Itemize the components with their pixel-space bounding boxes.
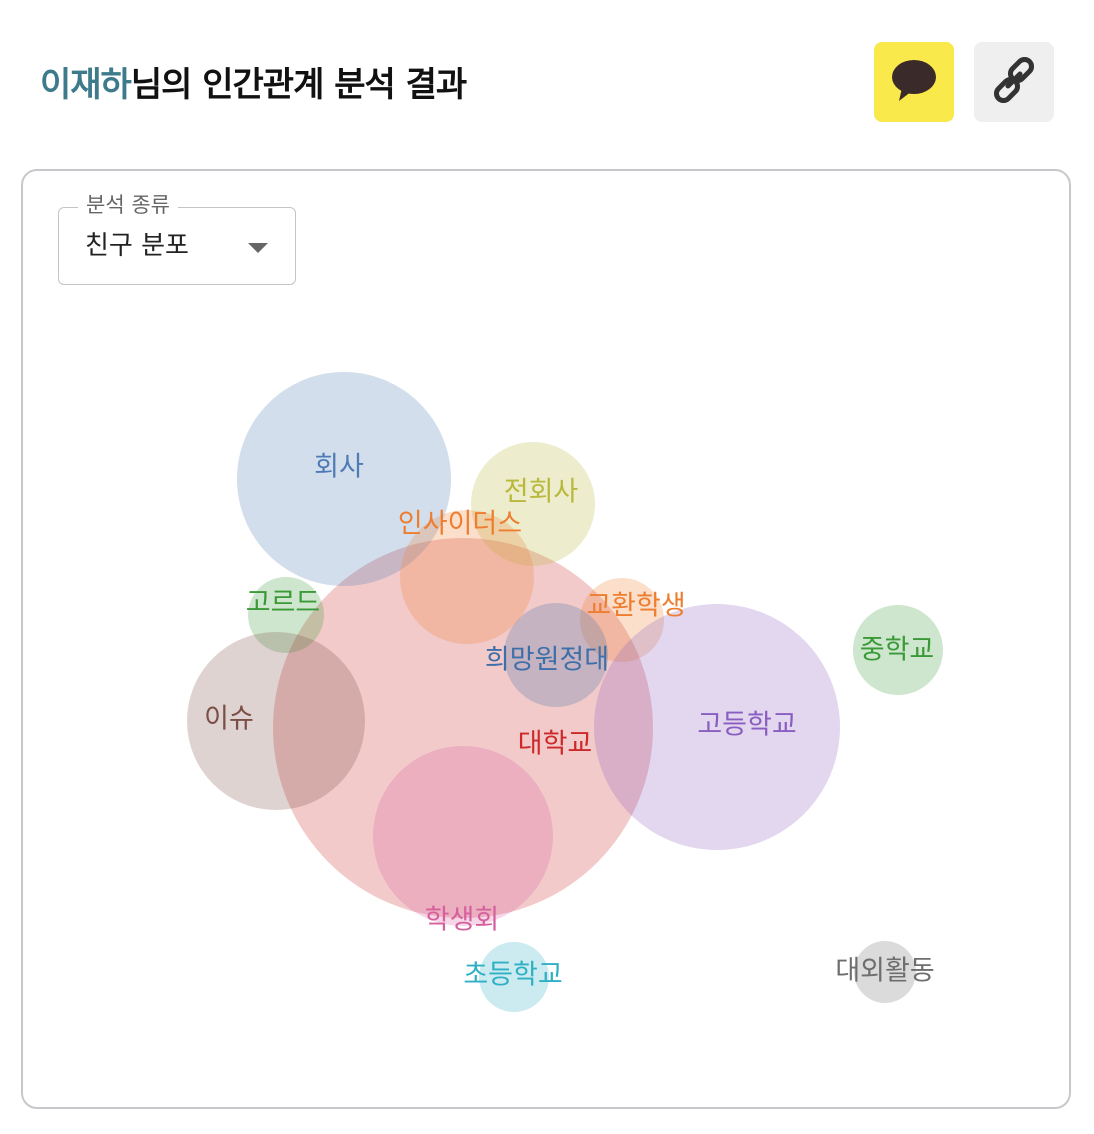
bubble-label-10: 고등학교 — [697, 710, 796, 741]
analysis-type-legend: 분석 종류 — [78, 191, 178, 219]
bubble-label-5: 고르드 — [246, 588, 321, 619]
bubble-label-6: 교환학생 — [586, 591, 685, 622]
analysis-result-page: 이재하님의 인간관계 분석 결과 대학교 회사 전회사 인사이더스 고르드 교환학생 희망원… — [0, 0, 1094, 1134]
bubble-label-1: 대학교 — [518, 729, 593, 760]
bubble-label-9: 이슈 — [204, 704, 254, 735]
bubble-label-7: 희망원정대 — [485, 645, 609, 676]
bubble-label-13: 대외활동 — [835, 956, 934, 987]
friend-distribution-chart: 대학교 회사전회사인사이더스고르드 교환학생희망원정대 중학교이슈 고등학교학생회초등학… — [187, 372, 943, 1012]
bubble-label-4: 인사이더스 — [398, 509, 522, 540]
bubble-label-8: 중학교 — [860, 635, 935, 666]
bubble-label-2: 회사 — [314, 452, 364, 483]
chevron-down-icon — [248, 243, 268, 253]
bubble-11 — [373, 746, 553, 926]
bubble-label-11: 학생회 — [425, 905, 500, 936]
bubble-label-3: 전회사 — [504, 477, 579, 508]
analysis-type-value: 친구 분포 — [85, 231, 189, 261]
bubble-label-12: 초등학교 — [463, 960, 562, 991]
